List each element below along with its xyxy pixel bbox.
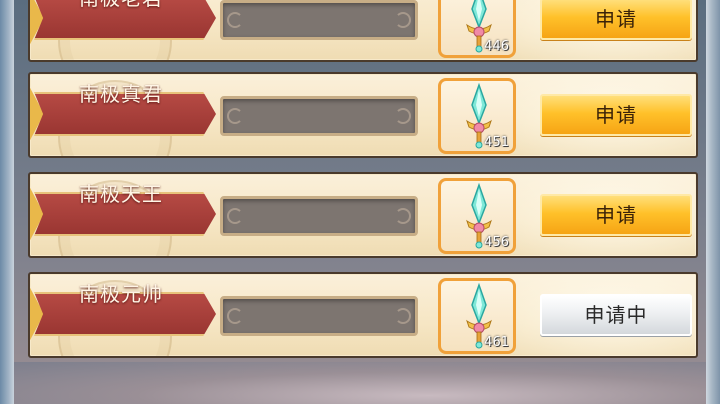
progress-bar [220,296,418,336]
progress-bar [220,0,418,40]
rank-row-0: 南极老君 446 申请 [28,0,698,62]
scroll-curl-left-icon [227,208,243,224]
reward-item-slot[interactable]: 456 [438,178,516,254]
rank-row-2: 南极天王 456 申请 [28,172,698,258]
scroll-curl-left-icon [227,308,243,324]
scroll-curl-left-icon [227,12,243,28]
scroll-curl-right-icon [395,208,411,224]
scroll-curl-left-icon [227,108,243,124]
item-count: 456 [484,235,509,250]
reward-item-slot[interactable]: 451 [438,78,516,154]
progress-bar [220,96,418,136]
rank-row-3: 南极元帅 461 申请中 [28,272,698,358]
reward-item-slot[interactable]: 446 [438,0,516,58]
scroll-curl-right-icon [395,308,411,324]
right-frame-edge [706,0,720,404]
progress-bar [220,196,418,236]
scroll-curl-right-icon [395,12,411,28]
apply-button[interactable]: 申请 [540,0,692,40]
rank-row-1: 南极真君 451 申请 [28,72,698,158]
rank-name: 南极天王 [79,182,163,206]
reward-item-slot[interactable]: 461 [438,278,516,354]
item-count: 451 [484,135,509,150]
left-frame-edge [0,0,14,404]
rank-name: 南极真君 [79,82,163,106]
item-count: 461 [484,335,509,350]
apply-button[interactable]: 申请 [540,94,692,136]
rank-name: 南极老君 [30,0,212,18]
scroll-curl-right-icon [395,108,411,124]
apply-button[interactable]: 申请 [540,194,692,236]
item-count: 446 [484,39,509,54]
background-clouds [14,362,706,404]
rank-name: 南极元帅 [79,282,163,306]
apply-pending-button[interactable]: 申请中 [540,294,692,336]
